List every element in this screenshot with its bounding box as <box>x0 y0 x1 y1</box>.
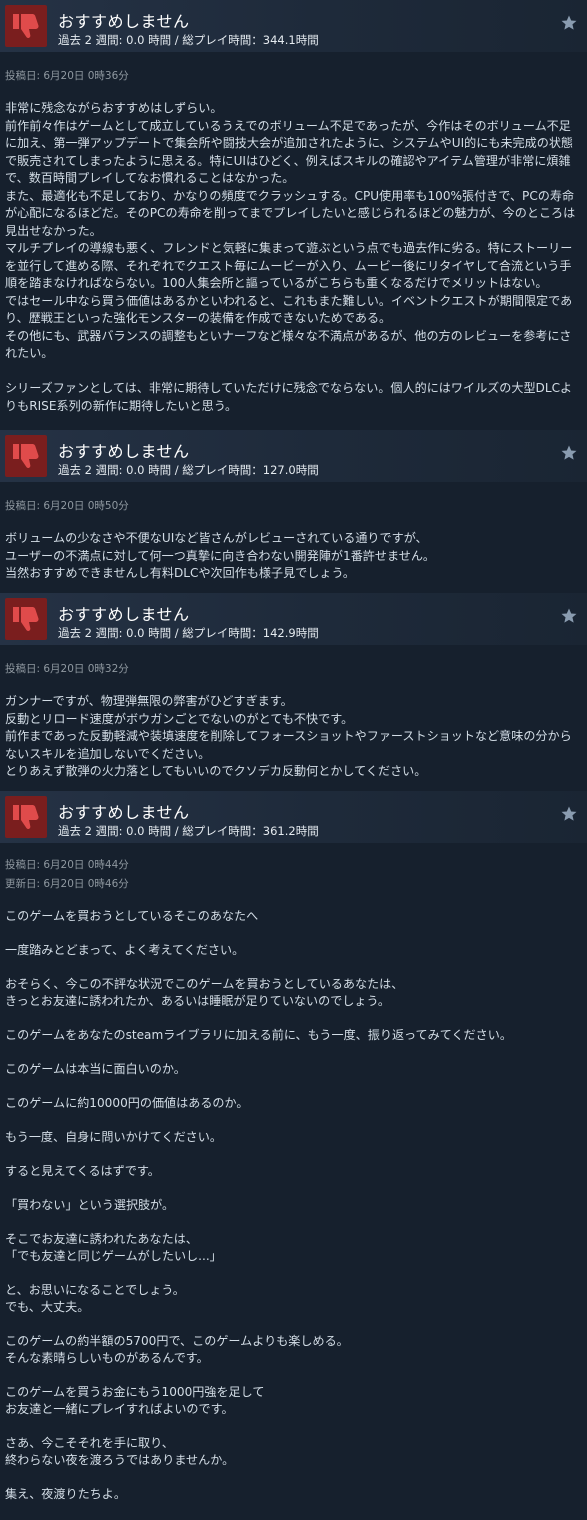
review-header: おすすめしません 過去 2 週間: 0.0 時間 / 総プレイ時間：127.0時… <box>0 430 587 482</box>
review-card: おすすめしません 過去 2 週間: 0.0 時間 / 総プレイ時間：127.0時… <box>0 430 587 593</box>
posted-date: 投稿日: 6月20日 0時36分 <box>5 70 129 82</box>
playtime-hours: 過去 2 週間: 0.0 時間 / 総プレイ時間：344.1時間 <box>58 33 319 47</box>
star-icon[interactable] <box>560 607 578 625</box>
posted-date: 投稿日: 6月20日 0時32分 <box>5 663 129 675</box>
updated-date: 更新日: 6月20日 0時46分 <box>5 878 129 890</box>
review-card: おすすめしません 過去 2 週間: 0.0 時間 / 総プレイ時間：361.2時… <box>0 791 587 1520</box>
playtime-hours: 過去 2 週間: 0.0 時間 / 総プレイ時間：142.9時間 <box>58 626 319 640</box>
thumbs-down-icon <box>5 435 47 477</box>
posted-date: 投稿日: 6月20日 0時50分 <box>5 500 129 512</box>
star-icon[interactable] <box>560 805 578 823</box>
review-body: このゲームを買おうとしているそこのあなたへ 一度踏みとどまって、よく考えてくださ… <box>5 909 512 1501</box>
review-header: おすすめしません 過去 2 週間: 0.0 時間 / 総プレイ時間：142.9時… <box>0 593 587 645</box>
star-icon[interactable] <box>560 14 578 32</box>
review-verdict: おすすめしません <box>58 442 190 461</box>
review-card: おすすめしません 過去 2 週間: 0.0 時間 / 総プレイ時間：344.1時… <box>0 0 587 430</box>
review-body: ガンナーですが、物理弾無限の弊害がひどすぎます。 反動とリロード速度がボウガンご… <box>5 694 572 778</box>
star-icon[interactable] <box>560 444 578 462</box>
review-header: おすすめしません 過去 2 週間: 0.0 時間 / 総プレイ時間：344.1時… <box>0 0 587 52</box>
thumbs-down-icon <box>5 796 47 838</box>
review-body: 非常に残念ながらおすすめはしずらい。 前作前々作はゲームとして成立しているうえで… <box>5 101 576 413</box>
review-verdict: おすすめしません <box>58 605 190 624</box>
review-verdict: おすすめしません <box>58 803 190 822</box>
review-header: おすすめしません 過去 2 週間: 0.0 時間 / 総プレイ時間：361.2時… <box>0 791 587 843</box>
playtime-hours: 過去 2 週間: 0.0 時間 / 総プレイ時間：361.2時間 <box>58 824 319 838</box>
review-card: おすすめしません 過去 2 週間: 0.0 時間 / 総プレイ時間：142.9時… <box>0 593 587 791</box>
playtime-hours: 過去 2 週間: 0.0 時間 / 総プレイ時間：127.0時間 <box>58 463 319 477</box>
review-body: ボリュームの少なさや不便なUIなど皆さんがレビューされている通りですが、 ユーザ… <box>5 531 436 580</box>
thumbs-down-icon <box>5 5 47 47</box>
thumbs-down-icon <box>5 598 47 640</box>
review-verdict: おすすめしません <box>58 12 190 31</box>
posted-date: 投稿日: 6月20日 0時44分 <box>5 859 129 871</box>
